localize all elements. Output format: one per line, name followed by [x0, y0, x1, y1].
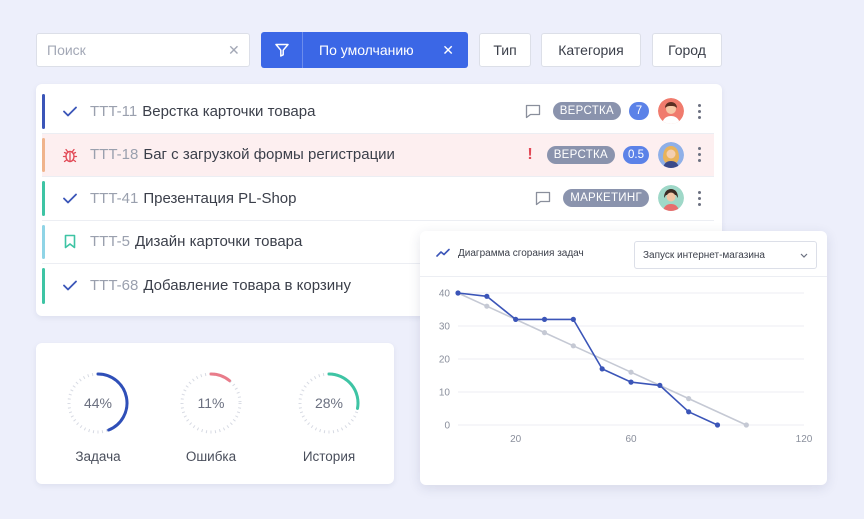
- row-accent: [42, 224, 45, 259]
- stat-label: Ошибка: [185, 449, 237, 464]
- check-icon: [60, 106, 80, 117]
- category-tag: МАРКЕТИНГ: [563, 189, 649, 208]
- burndown-chart-card: Диаграмма сгорания задач Запуск интернет…: [420, 231, 827, 485]
- category-tag: ВЕРСТКА: [546, 145, 615, 164]
- avatar[interactable]: [658, 185, 684, 212]
- stat-story: 28% История: [289, 367, 369, 464]
- bug-icon: [60, 147, 80, 163]
- ideal-point: [484, 303, 490, 309]
- task-key[interactable]: TTT-5: [90, 233, 130, 250]
- search-box[interactable]: ✕: [36, 33, 250, 67]
- actual-point: [599, 366, 605, 372]
- clear-filter-icon[interactable]: ✕: [442, 42, 468, 59]
- actual-point: [541, 316, 548, 322]
- chevron-down-icon: [800, 250, 808, 261]
- estimate-badge: 7: [629, 102, 649, 121]
- comment-icon[interactable]: [535, 191, 551, 206]
- row-accent: [42, 181, 45, 216]
- x-tick-label: 120: [796, 434, 813, 445]
- actual-point: [714, 422, 721, 428]
- check-icon: [60, 193, 80, 204]
- avatar[interactable]: [658, 98, 684, 125]
- y-tick-label: 40: [439, 289, 451, 300]
- ideal-point: [686, 396, 692, 402]
- more-options-icon[interactable]: [694, 190, 704, 206]
- task-key[interactable]: TTT-11: [90, 103, 137, 120]
- stat-label: Задача: [75, 449, 121, 464]
- project-select-value: Запуск интернет-магазина: [643, 249, 765, 261]
- task-key[interactable]: TTT-68: [90, 277, 138, 294]
- task-title[interactable]: Верстка карточки товара: [142, 103, 315, 120]
- ideal-point: [743, 422, 749, 428]
- task-title[interactable]: Баг с загрузкой формы регистрации: [143, 146, 395, 163]
- filter-button[interactable]: По умолчанию ✕: [261, 32, 468, 68]
- actual-point: [628, 379, 634, 385]
- row-accent: [42, 137, 45, 172]
- chart-title: Диаграмма сгорания задач: [458, 248, 584, 259]
- stat-bug: 11% Ошибка: [171, 367, 251, 464]
- category-tag: ВЕРСТКА: [552, 102, 621, 121]
- stat-percent: 11%: [197, 395, 225, 411]
- burndown-plot: 0 10 20 30 40 20 60 120: [439, 289, 813, 446]
- check-icon: [60, 280, 80, 291]
- ideal-point: [628, 369, 634, 375]
- city-filter-chip[interactable]: Город: [652, 33, 722, 67]
- ideal-point: [541, 330, 548, 336]
- ideal-point: [570, 343, 576, 349]
- x-tick-label: 20: [510, 434, 522, 445]
- comment-icon[interactable]: [525, 104, 541, 119]
- y-tick-label: 20: [439, 355, 451, 366]
- task-row[interactable]: TTT-18 Баг с загрузкой формы регистрации…: [42, 133, 714, 177]
- avatar[interactable]: [658, 141, 684, 168]
- more-options-icon[interactable]: [694, 103, 704, 119]
- more-options-icon[interactable]: [694, 147, 704, 163]
- y-tick-label: 30: [439, 322, 451, 333]
- stat-label: История: [302, 449, 356, 464]
- filter-icon[interactable]: [261, 32, 303, 68]
- actual-point: [657, 382, 663, 388]
- bookmark-icon: [60, 234, 80, 249]
- x-tick-label: 60: [625, 434, 637, 445]
- actual-point: [455, 290, 461, 296]
- task-row[interactable]: TTT-11 Верстка карточки товара ВЕРСТКА 7: [42, 90, 714, 134]
- y-tick-label: 0: [444, 421, 450, 432]
- actual-point: [570, 316, 576, 322]
- filter-label: По умолчанию: [319, 42, 414, 58]
- task-key[interactable]: TTT-18: [90, 146, 138, 163]
- stat-task: 44% Задача: [58, 367, 138, 464]
- type-filter-chip[interactable]: Тип: [479, 33, 531, 67]
- actual-point: [484, 293, 490, 299]
- actual-point: [513, 316, 519, 322]
- task-title[interactable]: Презентация PL-Shop: [143, 190, 296, 207]
- priority-icon: !: [527, 145, 533, 163]
- line-chart-icon: [436, 245, 450, 263]
- task-title[interactable]: Добавление товара в корзину: [143, 277, 351, 294]
- task-row[interactable]: TTT-41 Презентация PL-Shop МАРКЕТИНГ: [42, 177, 714, 221]
- task-key[interactable]: TTT-41: [90, 190, 138, 207]
- stat-percent: 28%: [314, 395, 344, 411]
- search-input[interactable]: [47, 42, 228, 58]
- actual-point: [686, 409, 692, 415]
- issue-type-stats: 44% Задача 11% Ошибка 28% История: [36, 343, 394, 484]
- row-accent: [42, 268, 45, 304]
- category-filter-chip[interactable]: Категория: [541, 33, 641, 67]
- task-title[interactable]: Дизайн карточки товара: [135, 233, 302, 250]
- row-accent: [42, 94, 45, 129]
- y-tick-label: 10: [439, 388, 451, 399]
- clear-search-icon[interactable]: ✕: [228, 42, 240, 59]
- estimate-badge: 0.5: [623, 145, 649, 164]
- project-select[interactable]: Запуск интернет-магазина: [634, 241, 817, 269]
- stat-percent: 44%: [83, 395, 113, 411]
